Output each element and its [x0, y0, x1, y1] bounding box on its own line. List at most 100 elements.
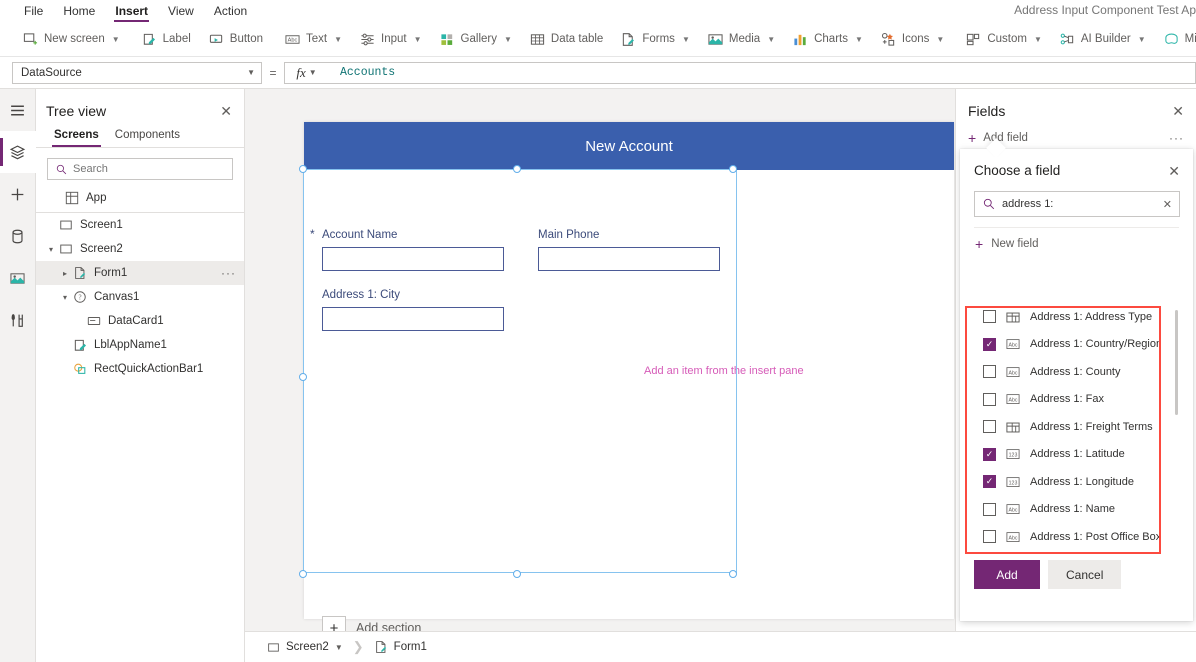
tree-node-canvas1[interactable]: ▾? Canvas1 — [36, 285, 244, 309]
ribbon-button-media[interactable]: Media ▼ — [699, 26, 784, 52]
form-field-input[interactable] — [322, 247, 504, 271]
field-list-item[interactable]: ✓ Abc Address 1: Country/Region — [967, 331, 1161, 359]
form-field-main-phone[interactable]: Main Phone — [538, 227, 720, 271]
ribbon-button-icons[interactable]: Icons ▼ — [872, 26, 953, 52]
field-list-item[interactable]: ✓ 123 Address 1: Longitude — [967, 468, 1159, 496]
status-control-selector[interactable]: Form1 — [366, 640, 435, 654]
rail-media[interactable] — [0, 257, 36, 299]
ribbon-button-button[interactable]: Button — [200, 26, 272, 52]
menu-item-action[interactable]: Action — [204, 1, 257, 22]
field-list-scrollbar[interactable] — [1175, 310, 1178, 415]
field-search-input[interactable]: address 1: ✕ — [974, 191, 1180, 217]
ribbon-button-mixed-reality[interactable]: Mixed Reality▼ — [1155, 26, 1196, 52]
field-checkbox[interactable] — [983, 365, 996, 379]
fx-button[interactable]: fx ▼ — [284, 61, 328, 84]
ribbon-button-gallery[interactable]: Gallery ▼ — [431, 26, 521, 52]
form-field-input[interactable] — [322, 307, 504, 331]
ribbon-button-forms[interactable]: Forms ▼ — [612, 26, 699, 52]
field-list-item[interactable]: Address 1: Freight Terms — [967, 413, 1159, 441]
overflow-menu-icon[interactable]: ··· — [1169, 131, 1184, 145]
field-checkbox[interactable] — [983, 502, 996, 516]
status-screen-selector[interactable]: Screen2 ▼ — [259, 641, 351, 654]
tree-node-screen2[interactable]: ▾ Screen2 — [36, 237, 244, 261]
tree-node-rectquickactionbar1[interactable]: RectQuickActionBar1 — [36, 357, 244, 381]
ribbon-button-ai-builder[interactable]: AI Builder ▼ — [1051, 26, 1155, 52]
app-screen: New Account Add an item from the insert … — [299, 122, 954, 640]
rail-data[interactable] — [0, 215, 36, 257]
close-icon[interactable]: ✕ — [1172, 104, 1184, 118]
resize-handle-top-left[interactable] — [299, 165, 307, 173]
resize-handle-bottom-left[interactable] — [299, 570, 307, 578]
form-icon — [374, 640, 388, 654]
field-list-item[interactable]: ✓ 123 Address 1: Latitude — [967, 441, 1159, 469]
field-label: Address 1: Country/Region — [1030, 338, 1161, 351]
tree-view-search[interactable]: Search — [47, 158, 233, 180]
form-field-address-1-city[interactable]: Address 1: City — [322, 287, 504, 331]
clear-search-icon[interactable]: ✕ — [1163, 198, 1172, 211]
ribbon-button-custom[interactable]: Custom ▼ — [957, 26, 1051, 52]
ribbon-button-new-screen[interactable]: New screen ▼ — [14, 26, 129, 52]
property-select[interactable]: DataSource ▼ — [12, 61, 262, 84]
chevron-down-icon[interactable]: ▾ — [44, 245, 58, 254]
ribbon-button-label[interactable]: Label — [133, 26, 200, 52]
add-button[interactable]: Add — [974, 560, 1040, 589]
close-icon[interactable]: ✕ — [1168, 164, 1180, 178]
tree-node-datacard1[interactable]: DataCard1 — [36, 309, 244, 333]
form-selection-box[interactable]: * Account Name Main Phone Address 1: City — [299, 165, 737, 578]
rail-hamburger-menu[interactable] — [0, 89, 36, 131]
menu-item-file[interactable]: File — [14, 1, 53, 22]
field-list-item[interactable]: Abc Address 1: Name — [967, 496, 1159, 524]
formula-input[interactable]: Accounts — [328, 61, 1196, 84]
field-checkbox[interactable] — [983, 392, 996, 406]
resize-handle-top-center[interactable] — [513, 165, 521, 173]
chevron-down-icon: ▼ — [1137, 34, 1146, 44]
field-list-item[interactable]: Abc Address 1: Fax — [967, 386, 1159, 414]
field-checkbox[interactable]: ✓ — [983, 447, 996, 461]
menu-item-insert[interactable]: Insert — [105, 1, 158, 22]
tree-node-screen1[interactable]: Screen1 — [36, 213, 244, 237]
new-field-button[interactable]: + New field — [960, 228, 1193, 251]
field-type-text-icon: Abc — [1005, 366, 1021, 378]
resize-handle-top-right[interactable] — [729, 165, 737, 173]
field-list-item[interactable]: Abc Address 1: County — [967, 358, 1159, 386]
tree-node-form1[interactable]: ▸ Form1 ··· — [36, 261, 244, 285]
ribbon-button-charts[interactable]: Charts ▼ — [784, 26, 872, 52]
ai-builder-icon — [1060, 32, 1075, 47]
tree-view-tab-screens[interactable]: Screens — [46, 125, 107, 147]
tree-node-app[interactable]: App — [36, 186, 244, 210]
ribbon-button-text[interactable]: Abc Text ▼ — [276, 26, 351, 52]
chevron-right-icon[interactable]: ▸ — [58, 269, 72, 278]
menu-item-home[interactable]: Home — [53, 1, 105, 22]
field-list-item[interactable]: Abc Address 1: Post Office Box — [967, 523, 1159, 551]
cancel-button[interactable]: Cancel — [1048, 560, 1122, 589]
field-checkbox[interactable] — [983, 420, 996, 434]
field-checkbox[interactable] — [983, 530, 996, 544]
svg-text:Abc: Abc — [1009, 343, 1018, 349]
tree-node-lblappname1[interactable]: LblAppName1 — [36, 333, 244, 357]
field-type-text-icon: Abc — [1005, 531, 1021, 543]
resize-handle-bottom-right[interactable] — [729, 570, 737, 578]
field-checkbox[interactable]: ✓ — [983, 475, 996, 489]
rail-advanced-tools[interactable] — [0, 299, 36, 341]
field-list-item[interactable]: Address 1: Address Type — [967, 308, 1159, 331]
menu-item-view[interactable]: View — [158, 1, 204, 22]
rail-tree-view[interactable] — [0, 131, 36, 173]
rail-insert[interactable] — [0, 173, 36, 215]
chevron-down-icon: ▼ — [413, 34, 422, 44]
chevron-down-icon[interactable]: ▾ — [58, 293, 72, 302]
resize-handle-middle-left[interactable] — [299, 373, 307, 381]
tree-view-tab-components[interactable]: Components — [107, 125, 188, 147]
ribbon-button-data-table[interactable]: Data table — [521, 26, 612, 52]
form-field-label: Account Name — [322, 229, 398, 241]
resize-handle-bottom-center[interactable] — [513, 570, 521, 578]
tree-node-overflow-icon[interactable]: ··· — [221, 266, 236, 280]
ribbon-button-label: Custom — [987, 33, 1027, 45]
icons-icon — [881, 32, 896, 47]
field-checkbox[interactable] — [983, 310, 996, 324]
field-checkbox[interactable]: ✓ — [983, 337, 996, 351]
close-icon[interactable]: ✕ — [220, 104, 232, 118]
add-field-label: Add field — [983, 132, 1028, 144]
form-field-account-name[interactable]: * Account Name — [310, 227, 504, 271]
ribbon-button-input[interactable]: Input ▼ — [351, 26, 431, 52]
form-field-input[interactable] — [538, 247, 720, 271]
